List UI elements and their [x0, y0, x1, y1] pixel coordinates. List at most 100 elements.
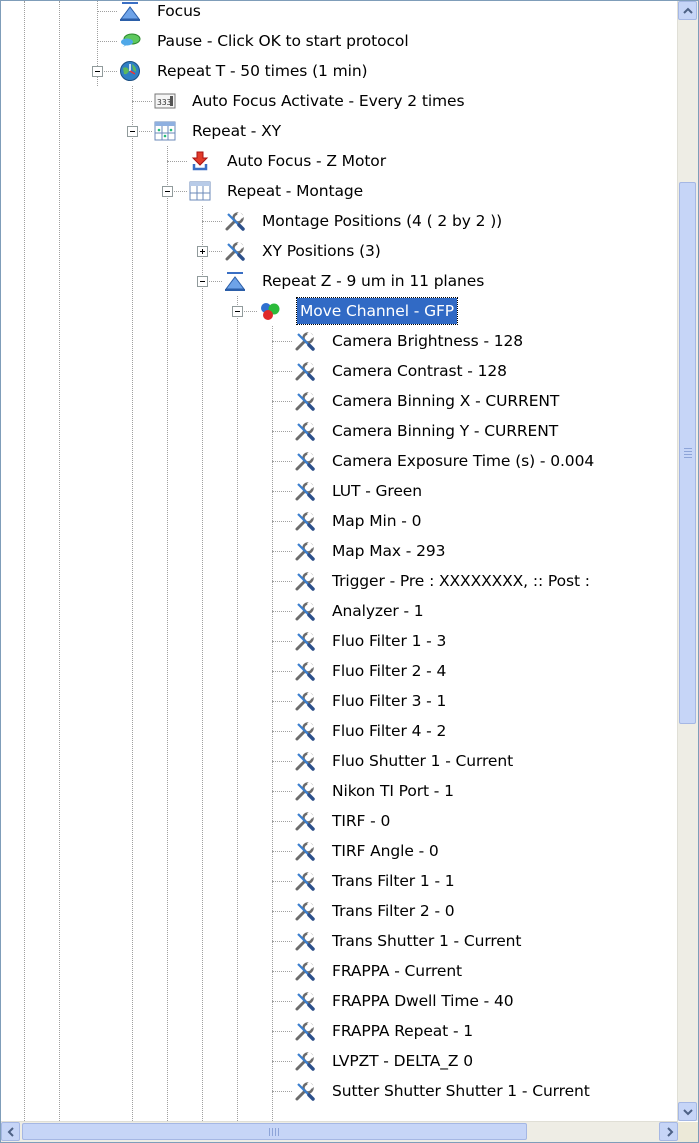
tree-node[interactable]: TIRF Angle - 0: [1, 836, 678, 866]
tree-node-label[interactable]: Sutter Shutter Shutter 1 - Current: [332, 1076, 590, 1106]
tree-node[interactable]: Repeat Z - 9 um in 11 planes: [1, 266, 678, 296]
horizontal-scrollbar[interactable]: [1, 1121, 678, 1142]
tree-node-label[interactable]: Repeat - XY: [192, 116, 281, 146]
tree-node-label[interactable]: XY Positions (3): [262, 236, 381, 266]
collapse-minus-icon[interactable]: [162, 186, 173, 197]
tree-node-label[interactable]: Analyzer - 1: [332, 596, 424, 626]
tree-node[interactable]: Repeat - Montage: [1, 176, 678, 206]
tree-node[interactable]: Repeat T - 50 times (1 min): [1, 56, 678, 86]
tree-node-label[interactable]: Camera Exposure Time (s) - 0.004: [332, 446, 594, 476]
tree-node[interactable]: Map Min - 0: [1, 506, 678, 536]
tree-node-label[interactable]: Trans Filter 2 - 0: [332, 896, 455, 926]
tree-node-label[interactable]: Map Min - 0: [332, 506, 421, 536]
tree-node[interactable]: Analyzer - 1: [1, 596, 678, 626]
tree-node[interactable]: 333 Auto Focus Activate - Every 2 times: [1, 86, 678, 116]
tree-node[interactable]: Map Max - 293: [1, 536, 678, 566]
tree-node-label[interactable]: Repeat T - 50 times (1 min): [157, 56, 368, 86]
tools-icon: [294, 750, 316, 772]
tree-node[interactable]: Camera Binning Y - CURRENT: [1, 416, 678, 446]
tree-node[interactable]: TIRF - 0: [1, 806, 678, 836]
tree-node[interactable]: Fluo Filter 2 - 4: [1, 656, 678, 686]
tree-node-label[interactable]: Map Max - 293: [332, 536, 446, 566]
rgb-channels-icon: [259, 300, 281, 322]
collapse-minus-icon[interactable]: [127, 126, 138, 137]
vertical-scroll-thumb[interactable]: [679, 182, 696, 724]
tree-node-label[interactable]: Auto Focus Activate - Every 2 times: [192, 86, 465, 116]
horizontal-scroll-thumb[interactable]: [22, 1123, 527, 1140]
tree-node-label[interactable]: Montage Positions (4 ( 2 by 2 )): [262, 206, 502, 236]
vertical-scrollbar[interactable]: [677, 1, 698, 1121]
tree-node-label[interactable]: Pause - Click OK to start protocol: [157, 26, 409, 56]
tree-node-label[interactable]: TIRF Angle - 0: [332, 836, 439, 866]
tree-node-label[interactable]: FRAPPA Dwell Time - 40: [332, 986, 514, 1016]
tree-node-label[interactable]: Fluo Shutter 1 - Current: [332, 746, 513, 776]
expand-plus-icon[interactable]: [197, 246, 208, 257]
tree-node-label[interactable]: Camera Brightness - 128: [332, 326, 523, 356]
tree-node-label[interactable]: LVPZT - DELTA_Z 0: [332, 1046, 473, 1076]
tree-node-label[interactable]: TIRF - 0: [332, 806, 390, 836]
scroll-left-button[interactable]: [1, 1122, 20, 1141]
tree-node[interactable]: Trans Shutter 1 - Current: [1, 926, 678, 956]
counter-icon: 333: [154, 90, 176, 112]
tree-node[interactable]: XY Positions (3): [1, 236, 678, 266]
tree-connector: [272, 791, 292, 792]
collapse-minus-icon[interactable]: [232, 306, 243, 317]
tree-connector: [272, 431, 292, 432]
tree-node[interactable]: Sutter Shutter Shutter 1 - Current: [1, 1076, 678, 1106]
tree-node[interactable]: Focus: [1, 1, 678, 26]
tree-node-label[interactable]: Trans Shutter 1 - Current: [332, 926, 521, 956]
tree-node[interactable]: Camera Binning X - CURRENT: [1, 386, 678, 416]
tree-connector: [272, 611, 292, 612]
tree-canvas: Focus Pause - Click OK to start protocol R…: [1, 1, 678, 1121]
tree-node[interactable]: Pause - Click OK to start protocol: [1, 26, 678, 56]
tree-node-label[interactable]: Auto Focus - Z Motor: [227, 146, 386, 176]
tree-node[interactable]: LUT - Green: [1, 476, 678, 506]
tree-node-label[interactable]: Camera Binning Y - CURRENT: [332, 416, 558, 446]
tree-node-label[interactable]: Fluo Filter 2 - 4: [332, 656, 446, 686]
tree-node[interactable]: Montage Positions (4 ( 2 by 2 )): [1, 206, 678, 236]
tree-node-label[interactable]: Camera Contrast - 128: [332, 356, 507, 386]
tree-node-label[interactable]: Repeat Z - 9 um in 11 planes: [262, 266, 484, 296]
tree-node[interactable]: Auto Focus - Z Motor: [1, 146, 678, 176]
scroll-down-button[interactable]: [678, 1102, 697, 1121]
tree-node[interactable]: Trans Filter 2 - 0: [1, 896, 678, 926]
tree-node[interactable]: Fluo Filter 4 - 2: [1, 716, 678, 746]
collapse-minus-icon[interactable]: [92, 66, 103, 77]
tree-node-label[interactable]: LUT - Green: [332, 476, 422, 506]
tree-node-label[interactable]: Repeat - Montage: [227, 176, 363, 206]
tree-node[interactable]: Repeat - XY: [1, 116, 678, 146]
tree-node[interactable]: Nikon TI Port - 1: [1, 776, 678, 806]
tree-node-label[interactable]: FRAPPA - Current: [332, 956, 462, 986]
tree-node[interactable]: LVPZT - DELTA_Z 0: [1, 1046, 678, 1076]
tree-node[interactable]: Fluo Filter 1 - 3: [1, 626, 678, 656]
tree-node[interactable]: Camera Brightness - 128: [1, 326, 678, 356]
tree-node-label[interactable]: Nikon TI Port - 1: [332, 776, 454, 806]
tree-node[interactable]: Trans Filter 1 - 1: [1, 866, 678, 896]
tools-icon: [294, 1020, 316, 1042]
tree-connector: [272, 701, 292, 702]
tree-node[interactable]: FRAPPA Dwell Time - 40: [1, 986, 678, 1016]
tree-node[interactable]: Camera Contrast - 128: [1, 356, 678, 386]
tree-node-label[interactable]: Fluo Filter 4 - 2: [332, 716, 446, 746]
collapse-minus-icon[interactable]: [197, 276, 208, 287]
tree-node-label[interactable]: FRAPPA Repeat - 1: [332, 1016, 473, 1046]
tree-node-label[interactable]: Focus: [157, 1, 201, 26]
tools-icon: [294, 690, 316, 712]
tree-node-label[interactable]: Fluo Filter 3 - 1: [332, 686, 446, 716]
tree-node-label[interactable]: Trigger - Pre : XXXXXXXX, :: Post :: [332, 566, 590, 596]
tree-node[interactable]: Fluo Shutter 1 - Current: [1, 746, 678, 776]
tree-node[interactable]: FRAPPA - Current: [1, 956, 678, 986]
tree-node[interactable]: FRAPPA Repeat - 1: [1, 1016, 678, 1046]
scroll-right-button[interactable]: [659, 1122, 678, 1141]
tree-node-label-selected[interactable]: Move Channel - GFP: [295, 297, 459, 325]
tree-node[interactable]: Trigger - Pre : XXXXXXXX, :: Post :: [1, 566, 678, 596]
tree-node[interactable]: Move Channel - GFP: [1, 296, 678, 326]
tree-node[interactable]: Camera Exposure Time (s) - 0.004: [1, 446, 678, 476]
tree-node-label[interactable]: Trans Filter 1 - 1: [332, 866, 455, 896]
tree-node[interactable]: Fluo Filter 3 - 1: [1, 686, 678, 716]
tools-icon: [294, 990, 316, 1012]
tree-node-label[interactable]: Camera Binning X - CURRENT: [332, 386, 559, 416]
tree-node-label[interactable]: Fluo Filter 1 - 3: [332, 626, 446, 656]
scroll-up-button[interactable]: [678, 1, 697, 20]
chevron-left-icon: [7, 1127, 14, 1137]
